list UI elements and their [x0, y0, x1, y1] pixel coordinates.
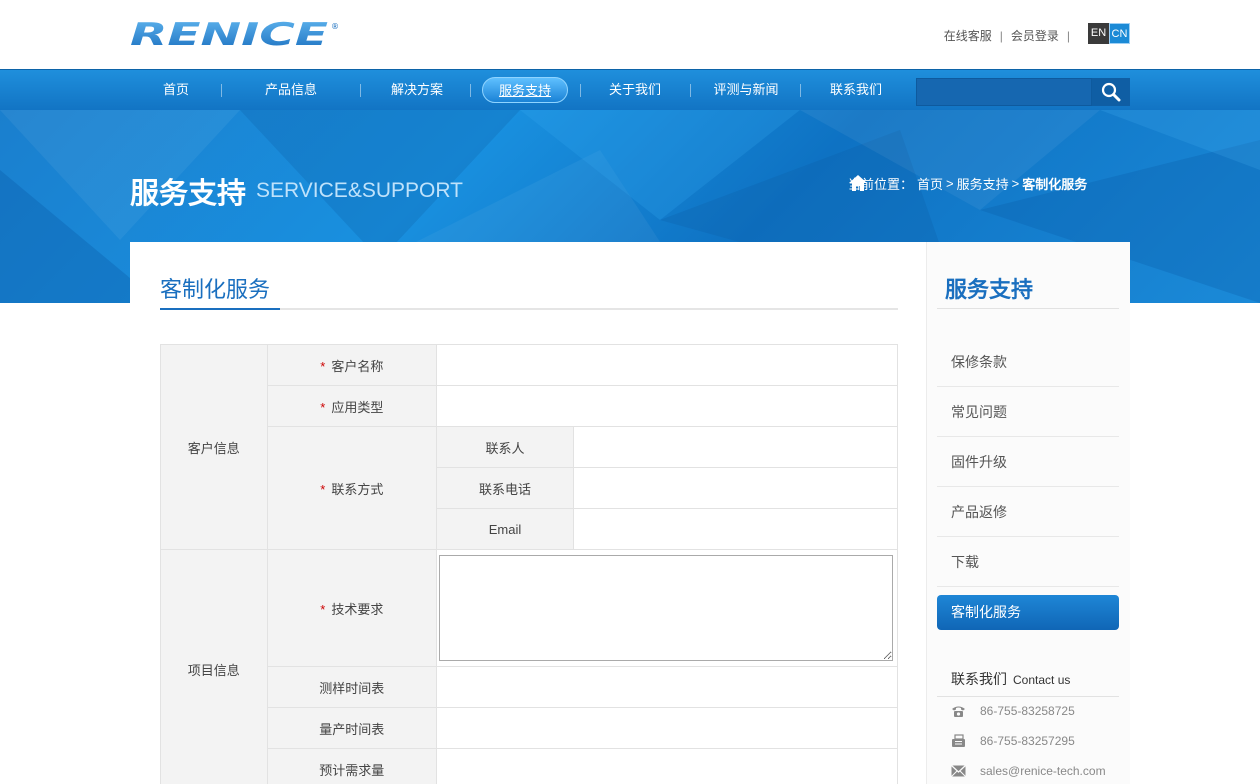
customer-name-field[interactable] — [436, 344, 898, 386]
demand-label: 预计需求量 — [266, 748, 438, 784]
nav-item-solutions[interactable]: 解决方案 — [378, 77, 456, 103]
contact-divider — [937, 696, 1119, 697]
nav-divider — [580, 84, 581, 97]
sample-time-field[interactable] — [436, 666, 898, 708]
contact-person-label: 联系人 — [436, 426, 574, 468]
group-project-info: 项目信息 — [160, 549, 268, 784]
banner-subtitle: SERVICE&SUPPORT — [256, 179, 463, 202]
nav-divider — [360, 84, 361, 97]
nav-item-news[interactable]: 评测与新闻 — [702, 77, 790, 103]
breadcrumb: 当前位置： 首页 > 服务支持 > 客制化服务 — [848, 174, 1087, 193]
fax-icon — [952, 734, 965, 747]
sidebar: 服务支持 保修条款 常见问题 固件升级 产品返修 下载 客制化服务 联系我们 Co… — [926, 242, 1130, 784]
main-panel: 客制化服务 客户信息 * 客户名称 * 应用类型 * 联系方式 联系人 联系电话 Em… — [130, 242, 926, 784]
contact-heading: 联系我们 Contact us — [951, 671, 1071, 687]
contact-email: sales@renice-tech.com — [951, 764, 1106, 778]
tech-req-label: * 技术要求 — [266, 549, 438, 667]
main-nav: 首页 产品信息 解决方案 服务支持 关于我们 评测与新闻 联系我们 — [0, 69, 1260, 110]
renice-logo[interactable]: RENICE ® — [130, 17, 340, 53]
nav-item-contact[interactable]: 联系我们 — [817, 77, 895, 103]
contact-phone: 86-755-83258725 — [951, 704, 1075, 718]
nav-divider — [690, 84, 691, 97]
divider: | — [1066, 28, 1070, 43]
breadcrumb-separator: > — [1011, 176, 1020, 191]
nav-divider — [470, 84, 471, 97]
contact-email-field[interactable] — [572, 508, 899, 550]
top-header: RENICE ® 在线客服 | 会员登录 | EN CN — [0, 0, 1260, 69]
group-customer-info: 客户信息 — [160, 344, 268, 550]
sidebar-item-custom-service[interactable]: 客制化服务 — [937, 595, 1119, 630]
breadcrumb-current: 客制化服务 — [1022, 177, 1088, 192]
title-underline — [160, 308, 280, 310]
nav-item-about[interactable]: 关于我们 — [596, 77, 674, 103]
telephone-icon — [952, 706, 965, 717]
nav-item-home[interactable]: 首页 — [146, 77, 206, 103]
language-switch: EN CN — [1088, 23, 1130, 44]
app-type-label: * 应用类型 — [266, 385, 438, 427]
banner-title: 服务支持 — [130, 178, 247, 210]
contact-person-field[interactable] — [572, 426, 899, 468]
sidebar-title-divider — [937, 308, 1119, 309]
page-title: 客制化服务 — [160, 277, 271, 302]
contact-email-label: Email — [436, 508, 574, 550]
sample-time-label: 测样时间表 — [266, 666, 438, 708]
lang-en-button[interactable]: EN — [1088, 23, 1109, 44]
tech-req-textarea[interactable] — [439, 555, 893, 661]
contact-phone-label: 联系电话 — [436, 467, 574, 509]
search-icon — [1101, 82, 1121, 102]
nav-item-products[interactable]: 产品信息 — [252, 77, 330, 103]
svg-text:®: ® — [331, 22, 339, 31]
lang-cn-button[interactable]: CN — [1109, 23, 1130, 44]
breadcrumb-separator: > — [946, 176, 954, 191]
sidebar-item-download[interactable]: 下载 — [937, 537, 1119, 587]
mass-time-field[interactable] — [436, 707, 898, 749]
contact-fax: 86-755-83257295 — [951, 734, 1075, 748]
member-login-link[interactable]: 会员登录 — [1003, 27, 1067, 44]
sidebar-item-faq[interactable]: 常见问题 — [937, 387, 1119, 437]
custom-service-form: 客户信息 * 客户名称 * 应用类型 * 联系方式 联系人 联系电话 Email 项目… — [160, 344, 899, 784]
nav-divider — [221, 84, 222, 97]
home-icon — [849, 175, 867, 191]
search-button[interactable] — [1092, 78, 1130, 106]
customer-name-label: * 客户名称 — [266, 344, 438, 386]
breadcrumb-section[interactable]: 服务支持 — [957, 174, 1009, 193]
nav-divider — [800, 84, 801, 97]
sidebar-title: 服务支持 — [945, 277, 1034, 302]
sidebar-item-rma[interactable]: 产品返修 — [937, 487, 1119, 537]
contact-phone-field[interactable] — [572, 467, 899, 509]
contact-email-link[interactable]: sales@renice-tech.com — [980, 764, 1106, 778]
breadcrumb-home[interactable]: 首页 — [917, 174, 943, 193]
mail-icon — [951, 765, 966, 777]
sidebar-item-firmware[interactable]: 固件升级 — [937, 437, 1119, 487]
sidebar-item-warranty[interactable]: 保修条款 — [937, 337, 1119, 387]
demand-field[interactable] — [436, 748, 898, 784]
online-service-link[interactable]: 在线客服 — [936, 27, 1000, 44]
contact-method-label: * 联系方式 — [266, 426, 438, 550]
search-input[interactable] — [916, 78, 1092, 106]
top-links: 在线客服 | 会员登录 | — [936, 27, 1070, 44]
app-type-field[interactable] — [436, 385, 898, 427]
tech-req-cell — [436, 549, 898, 667]
nav-item-support[interactable]: 服务支持 — [482, 77, 568, 103]
mass-time-label: 量产时间表 — [266, 707, 438, 749]
svg-text:RENICE: RENICE — [130, 20, 328, 50]
